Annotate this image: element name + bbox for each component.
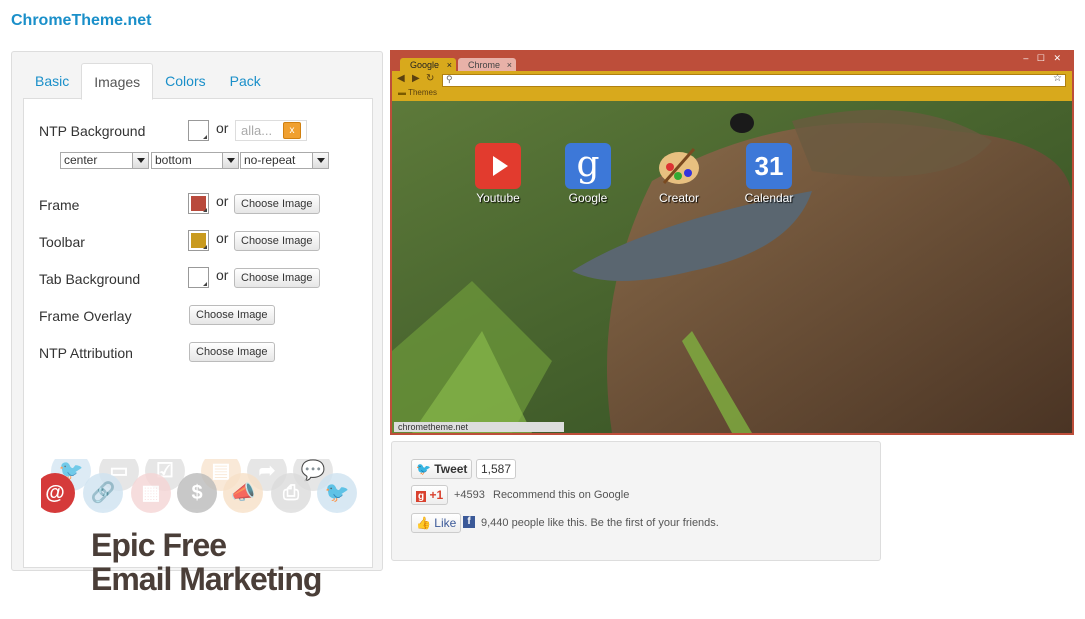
preview-omnibox: ⚲ ☆: [442, 73, 1066, 87]
frame-choose-image-button[interactable]: Choose Image: [234, 194, 320, 214]
back-icon: ◀: [397, 73, 405, 84]
window-controls: – ☐ ✕: [1023, 53, 1064, 63]
search-icon: ⚲: [446, 74, 453, 84]
tab-background-label: Tab Background: [39, 271, 141, 287]
app-label-google: Google: [568, 191, 608, 205]
bg-position-v-value: bottom: [155, 153, 192, 167]
tab-basic[interactable]: Basic: [23, 63, 81, 99]
youtube-icon: [475, 143, 521, 189]
chevron-down-icon: [132, 153, 148, 168]
forward-icon: ▶: [412, 73, 420, 84]
palette-icon: [656, 143, 702, 189]
app-label-creator: Creator: [658, 191, 699, 205]
bookmark-label: Themes: [408, 88, 437, 97]
bg-position-h-select[interactable]: center: [60, 152, 149, 169]
or-text: or: [216, 267, 229, 283]
tab-pack[interactable]: Pack: [218, 63, 273, 99]
megaphone-icon: 📣: [223, 473, 263, 513]
tab-background-choose-image-button[interactable]: Choose Image: [234, 268, 320, 288]
bg-repeat-select[interactable]: no-repeat: [240, 152, 329, 169]
frame-overlay-choose-image-button[interactable]: Choose Image: [189, 305, 275, 325]
frame-label: Frame: [39, 197, 80, 213]
google-icon: g: [565, 143, 611, 189]
toolbar-color-swatch[interactable]: [188, 230, 209, 251]
ntp-attribution-label: NTP Attribution: [39, 345, 133, 361]
frame-color-swatch[interactable]: [188, 193, 209, 214]
twitter-icon: 🐦: [317, 473, 357, 513]
tweet-count: 1,587: [476, 459, 517, 479]
swatch-dropdown-icon: [199, 208, 207, 212]
folder-icon: ▬: [398, 88, 406, 97]
tab-colors[interactable]: Colors: [153, 63, 217, 99]
or-text: or: [216, 120, 229, 136]
play-icon: [493, 156, 508, 176]
bg-position-h-value: center: [64, 153, 98, 167]
ntp-attribution-choose-image-button[interactable]: Choose Image: [189, 342, 275, 362]
twitter-bird-icon: 🐦: [416, 462, 431, 476]
like-text: 9,440 people like this. Be the first of …: [481, 517, 719, 529]
print-icon: ⎙: [271, 473, 311, 513]
facebook-like-button[interactable]: 👍 Like: [411, 513, 462, 533]
frame-overlay-label: Frame Overlay: [39, 308, 132, 324]
ntp-background-color-swatch[interactable]: [188, 120, 209, 141]
toolbar-choose-image-button[interactable]: Choose Image: [234, 231, 320, 251]
google-plus-icon: g: [416, 491, 427, 502]
thumbs-up-icon: 👍: [416, 516, 431, 530]
close-icon: ×: [446, 60, 452, 70]
or-text: or: [216, 193, 229, 209]
bg-repeat-value: no-repeat: [244, 153, 296, 167]
bg-position-v-select[interactable]: bottom: [151, 152, 239, 169]
like-label: Like: [434, 516, 457, 530]
bookmark-themes: ▬ Themes: [398, 88, 437, 97]
plusone-count: +4593: [454, 489, 485, 501]
app-label-calendar: Calendar: [744, 191, 794, 205]
ad-headline-line2: Email Marketing: [91, 561, 322, 597]
theme-editor-panel: Basic Images Colors Pack NTP Background …: [11, 51, 383, 597]
new-tab-page-background: Youtube g Google Creator 31 Calendar chr…: [392, 101, 1072, 433]
theme-preview-window: Google × Chrome × – ☐ ✕ ◀ ▶ ↻ ⚲ ☆ ▬ Them…: [390, 50, 1074, 435]
preview-toolbar: ◀ ▶ ↻ ⚲ ☆ ▬ Themes: [392, 71, 1072, 101]
calendar-icon: 31: [746, 143, 792, 189]
tab-background-color-swatch[interactable]: [188, 267, 209, 288]
ntp-background-label: NTP Background: [39, 123, 146, 139]
site-logo[interactable]: ChromeTheme.net: [11, 12, 151, 30]
email-at-icon: @: [41, 473, 75, 513]
preview-tab-label: Google: [410, 60, 440, 70]
plusone-label: +1: [429, 488, 444, 502]
google-plusone-button[interactable]: g +1: [411, 485, 449, 505]
preview-tab-google: Google ×: [400, 58, 456, 72]
facebook-icon: f: [463, 516, 475, 528]
chevron-down-icon: [312, 153, 328, 168]
preview-tab-label: Chrome: [468, 60, 501, 70]
dollar-icon: $: [177, 473, 217, 513]
clear-image-button[interactable]: x: [283, 122, 301, 139]
social-share-panel: 🐦 Tweet 1,587 g +1 +4593 Recommend this …: [391, 441, 881, 561]
ad-headline-line1: Epic Free: [91, 527, 227, 563]
swatch-dropdown-icon: [199, 245, 207, 249]
toolbar-label: Toolbar: [39, 234, 85, 250]
preview-tab-chrome: Chrome ×: [458, 58, 516, 72]
advertisement[interactable]: 🐦 ▭ ☑ ▤ ➦ 💬 @ 🔗 ▦ $ 📣 ⎙ 🐦 Epic Free Emai…: [41, 459, 375, 619]
browser-tabstrip: Google × Chrome × – ☐ ✕: [392, 52, 1072, 72]
close-icon: ×: [506, 60, 512, 70]
link-icon: 🔗: [83, 473, 123, 513]
calendar-icon: ▦: [131, 473, 171, 513]
tab-images[interactable]: Images: [81, 63, 154, 100]
tweet-button[interactable]: 🐦 Tweet: [411, 459, 473, 479]
star-icon: ☆: [1053, 73, 1062, 84]
plusone-text: Recommend this on Google: [493, 489, 630, 501]
swatch-dropdown-icon: [199, 135, 207, 139]
tweet-label: Tweet: [434, 462, 468, 476]
ntp-attribution-text: chrometheme.net: [394, 422, 564, 432]
chevron-down-icon: [222, 153, 238, 168]
or-text: or: [216, 230, 229, 246]
images-form: NTP Background or alla... x center botto…: [23, 98, 373, 597]
swatch-dropdown-icon: [199, 282, 207, 286]
app-label-youtube: Youtube: [476, 191, 520, 205]
palette-shape: [659, 148, 699, 184]
editor-tabs: Basic Images Colors Pack: [23, 63, 273, 100]
reload-icon: ↻: [426, 73, 435, 84]
